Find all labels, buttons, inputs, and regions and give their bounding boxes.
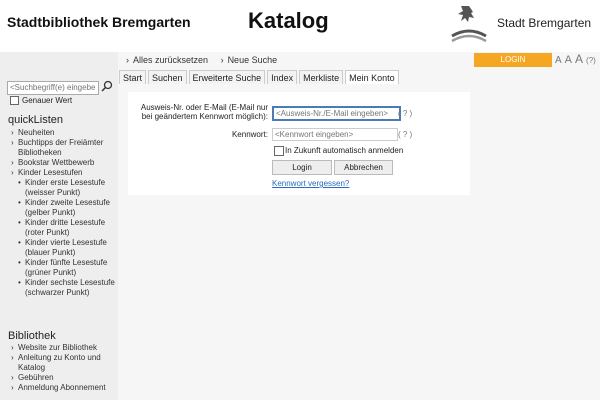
bullet-icon: •	[18, 278, 21, 287]
quicklist-item[interactable]: › Kinder Lesestufen	[11, 168, 118, 178]
font-size-controls: A A A (?)	[555, 52, 599, 66]
tab-bar: Start Suchen Erweiterte Suche Index Merk…	[119, 70, 401, 84]
quicklist-label: Kinder erste Lesestufe (weisser Punkt)	[25, 178, 106, 197]
library-link[interactable]: › Website zur Bibliothek	[11, 343, 118, 353]
chevron-right-icon: ›	[11, 128, 14, 137]
bullet-icon: •	[18, 238, 21, 247]
quicklist-label: Kinder dritte Lesestufe (roter Punkt)	[25, 218, 106, 237]
password-field[interactable]	[272, 128, 398, 141]
quicklist-label: Kinder Lesestufen	[18, 168, 83, 177]
remember-label: In Zukunft automatisch anmelden	[285, 146, 404, 155]
font-size-small[interactable]: A	[555, 55, 562, 66]
chevron-right-icon: ›	[220, 55, 224, 65]
login-button[interactable]: LOGIN	[474, 53, 552, 67]
quicklist-label: Buchtipps der Freiämter Bibliotheken	[18, 138, 104, 157]
id-label: Ausweis-Nr. oder E-Mail (E-Mail nur bei …	[128, 103, 268, 121]
chevron-right-icon: ›	[11, 373, 14, 382]
quicklist-item[interactable]: › Bookstar Wettbewerb	[11, 158, 118, 168]
quicklists-title: quickListen	[8, 114, 64, 126]
password-label: Kennwort:	[231, 130, 268, 139]
quicklists: › Neuheiten › Buchtipps der Freiämter Bibl…	[11, 128, 118, 298]
brand-title[interactable]: Stadtbibliothek Bremgarten	[7, 14, 191, 30]
chevron-right-icon: ›	[11, 168, 14, 177]
font-size-large[interactable]: A	[575, 52, 583, 66]
id-field[interactable]	[272, 106, 401, 121]
reset-all-label: Alles zurücksetzen	[133, 55, 209, 65]
exact-value-checkbox[interactable]	[10, 96, 19, 106]
font-size-medium[interactable]: A	[565, 54, 572, 66]
chevron-right-icon: ›	[11, 353, 14, 362]
quicklist-label: Kinder fünfte Lesestufe (grüner Punkt)	[25, 258, 108, 277]
chevron-right-icon: ›	[11, 138, 14, 147]
bullet-icon: •	[18, 218, 21, 227]
chevron-right-icon: ›	[126, 55, 129, 65]
quicklist-label: Kinder sechste Lesestufe (schwarzer Punk…	[25, 278, 115, 297]
tab-my-account[interactable]: Mein Konto	[345, 70, 399, 84]
new-search-label: Neue Suche	[227, 55, 278, 65]
breadcrumb: › Alles zurücksetzen › Neue Suche	[126, 55, 287, 65]
exact-value-option[interactable]: Genauer Wert	[10, 96, 73, 106]
quicklist-label: Neuheiten	[18, 128, 55, 137]
library-link[interactable]: › Anmeldung Abonnement	[11, 383, 118, 393]
exact-value-label: Genauer Wert	[22, 96, 73, 105]
id-label-line-1: Ausweis-Nr. oder E-Mail (E-Mail nur	[140, 103, 268, 112]
page-title: Katalog	[248, 8, 329, 33]
search-icon[interactable]	[101, 80, 113, 92]
quicklist-label: Bookstar Wettbewerb	[18, 158, 95, 167]
bullet-icon: •	[18, 258, 21, 267]
quicklist-item[interactable]: › Buchtipps der Freiämter Bibliotheken	[11, 138, 118, 158]
chevron-right-icon: ›	[11, 158, 14, 167]
coat-of-arms-logo[interactable]	[446, 2, 492, 48]
library-link[interactable]: › Anleitung zu Konto und Katalog	[11, 353, 118, 373]
quicklist-subitem[interactable]: • Kinder zweite Lesestufe (gelber Punkt)	[11, 198, 118, 218]
tab-search[interactable]: Suchen	[148, 70, 187, 84]
tab-index[interactable]: Index	[267, 70, 298, 84]
tab-watchlist[interactable]: Merkliste	[299, 70, 344, 84]
font-size-help[interactable]: (?)	[586, 56, 596, 65]
library-title: Bibliothek	[8, 330, 56, 342]
city-name[interactable]: Stadt Bremgarten	[497, 16, 591, 30]
new-search-link[interactable]: › Neue Suche	[221, 55, 278, 65]
quicklist-subitem[interactable]: • Kinder sechste Lesestufe (schwarzer Pun…	[11, 278, 118, 298]
cancel-button[interactable]: Abbrechen	[334, 160, 393, 175]
quicklist-subitem[interactable]: • Kinder vierte Lesestufe (blauer Punkt)	[11, 238, 118, 258]
library-link[interactable]: › Gebühren	[11, 373, 118, 383]
search-input[interactable]	[7, 81, 99, 95]
remember-checkbox[interactable]	[274, 146, 284, 156]
library-link-label: Anleitung zu Konto und Katalog	[18, 353, 101, 372]
bullet-icon: •	[18, 198, 21, 207]
library-link-label: Website zur Bibliothek	[18, 343, 97, 352]
library-link-label: Anmeldung Abonnement	[18, 383, 106, 392]
forgot-password-link[interactable]: Kennwort vergessen?	[272, 179, 349, 188]
quicklist-label: Kinder vierte Lesestufe (blauer Punkt)	[25, 238, 107, 257]
quicklist-item[interactable]: › Neuheiten	[11, 128, 118, 138]
id-help-icon[interactable]: ( ? )	[398, 109, 412, 118]
chevron-right-icon: ›	[11, 383, 14, 392]
chevron-right-icon: ›	[11, 343, 14, 352]
quicklist-subitem[interactable]: • Kinder dritte Lesestufe (roter Punkt)	[11, 218, 118, 238]
quicklist-subitem[interactable]: • Kinder fünfte Lesestufe (grüner Punkt)	[11, 258, 118, 278]
header: Stadtbibliothek Bremgarten Katalog Stadt…	[0, 0, 600, 52]
bullet-icon: •	[18, 178, 21, 187]
id-label-line-2: bei geändertem Kennwort möglich):	[141, 112, 268, 121]
library-link-label: Gebühren	[18, 373, 54, 382]
library-links: › Website zur Bibliothek › Anleitung zu Ko…	[11, 343, 118, 393]
reset-all-link[interactable]: › Alles zurücksetzen	[126, 55, 208, 65]
tab-advanced-search[interactable]: Erweiterte Suche	[188, 70, 266, 84]
quicklist-subitem[interactable]: • Kinder erste Lesestufe (weisser Punkt)	[11, 178, 118, 198]
password-help-icon[interactable]: ( ? )	[398, 130, 412, 139]
quicklist-label: Kinder zweite Lesestufe (gelber Punkt)	[25, 198, 110, 217]
login-submit-button[interactable]: Login	[272, 160, 332, 175]
tab-start[interactable]: Start	[119, 70, 147, 84]
